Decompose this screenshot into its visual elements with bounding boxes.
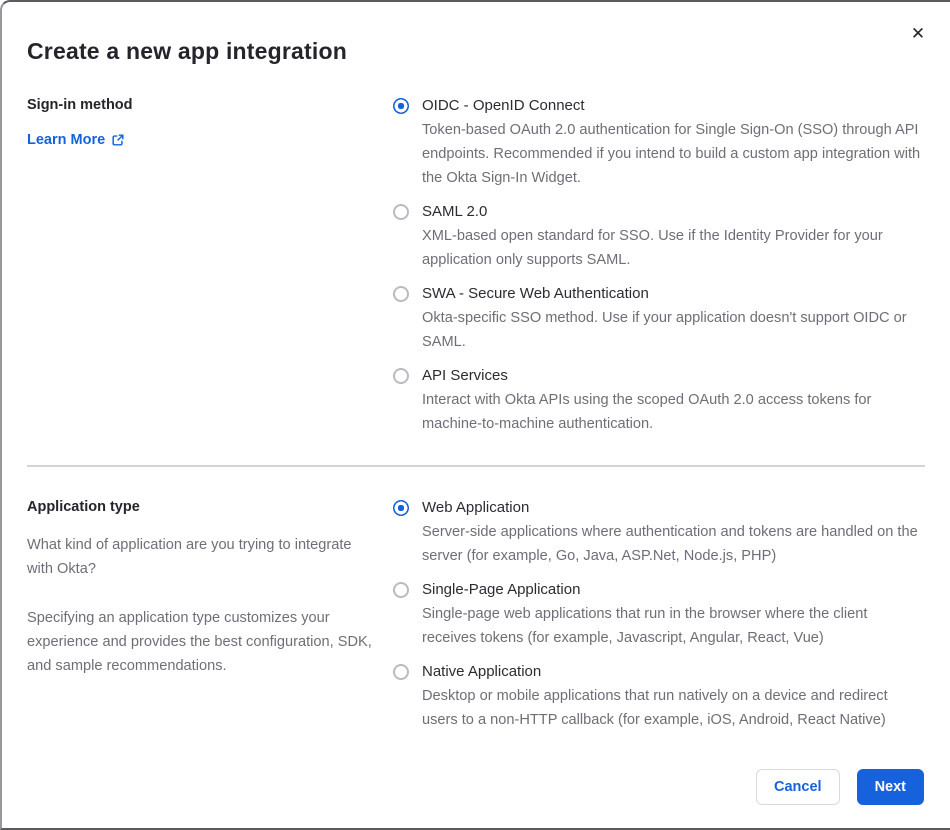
option-oidc-label: OIDC - OpenID Connect bbox=[422, 97, 585, 114]
option-native-application[interactable]: Native Application Desktop or mobile app… bbox=[393, 660, 925, 732]
option-single-page-application[interactable]: Single-Page Application Single-page web … bbox=[393, 578, 925, 650]
learn-more-link[interactable]: Learn More bbox=[27, 132, 125, 148]
option-saml-description: XML-based open standard for SSO. Use if … bbox=[422, 228, 883, 268]
external-link-icon bbox=[111, 133, 125, 147]
option-swa[interactable]: SWA - Secure Web Authentication Okta-spe… bbox=[393, 282, 925, 354]
radio-saml[interactable] bbox=[393, 204, 409, 220]
radio-oidc-selected[interactable] bbox=[393, 98, 409, 114]
dialog-header: Create a new app integration ✕ bbox=[2, 2, 950, 65]
option-web-application[interactable]: Web Application Server-side applications… bbox=[393, 496, 925, 568]
option-native-application-description: Desktop or mobile applications that run … bbox=[422, 688, 888, 728]
sign-in-method-options: OIDC - OpenID Connect Token-based OAuth … bbox=[393, 94, 925, 436]
option-web-application-label: Web Application bbox=[422, 499, 530, 516]
option-native-application-label: Native Application bbox=[422, 663, 542, 680]
option-web-application-description: Server-side applications where authentic… bbox=[422, 524, 918, 564]
option-single-page-application-label: Single-Page Application bbox=[422, 581, 581, 598]
create-app-integration-dialog: Create a new app integration ✕ Sign-in m… bbox=[0, 0, 950, 830]
option-api-services[interactable]: API Services Interact with Okta APIs usi… bbox=[393, 364, 925, 436]
radio-api-services[interactable] bbox=[393, 368, 409, 384]
radio-swa[interactable] bbox=[393, 286, 409, 302]
section-divider bbox=[27, 465, 925, 467]
option-saml-label: SAML 2.0 bbox=[422, 203, 488, 220]
next-button[interactable]: Next bbox=[856, 769, 924, 805]
application-type-left-column: Application type What kind of applicatio… bbox=[27, 496, 393, 732]
cancel-button[interactable]: Cancel bbox=[756, 769, 840, 805]
radio-single-page-application[interactable] bbox=[393, 582, 409, 598]
option-swa-label: SWA - Secure Web Authentication bbox=[422, 285, 649, 302]
application-type-section: Application type What kind of applicatio… bbox=[2, 496, 950, 732]
option-api-services-label: API Services bbox=[422, 367, 508, 384]
sign-in-method-section: Sign-in method Learn More OIDC - OpenID … bbox=[2, 94, 950, 436]
learn-more-label: Learn More bbox=[27, 132, 106, 148]
dialog-footer: Cancel Next bbox=[756, 769, 924, 805]
application-type-label: Application type bbox=[27, 499, 140, 515]
application-type-options: Web Application Server-side applications… bbox=[393, 496, 925, 732]
option-oidc-description: Token-based OAuth 2.0 authentication for… bbox=[422, 122, 921, 186]
option-single-page-application-description: Single-page web applications that run in… bbox=[422, 606, 868, 646]
option-api-services-description: Interact with Okta APIs using the scoped… bbox=[422, 392, 872, 432]
option-saml[interactable]: SAML 2.0 XML-based open standard for SSO… bbox=[393, 200, 925, 272]
dialog-title: Create a new app integration bbox=[27, 38, 347, 64]
option-swa-description: Okta-specific SSO method. Use if your ap… bbox=[422, 310, 907, 350]
application-type-description-2: Specifying an application type customize… bbox=[27, 610, 372, 674]
close-icon[interactable]: ✕ bbox=[906, 22, 930, 46]
radio-native-application[interactable] bbox=[393, 664, 409, 680]
sign-in-method-left-column: Sign-in method Learn More bbox=[27, 94, 393, 436]
application-type-description-1: What kind of application are you trying … bbox=[27, 537, 352, 577]
sign-in-method-label: Sign-in method bbox=[27, 97, 133, 113]
radio-web-application-selected[interactable] bbox=[393, 500, 409, 516]
option-oidc[interactable]: OIDC - OpenID Connect Token-based OAuth … bbox=[393, 94, 925, 190]
